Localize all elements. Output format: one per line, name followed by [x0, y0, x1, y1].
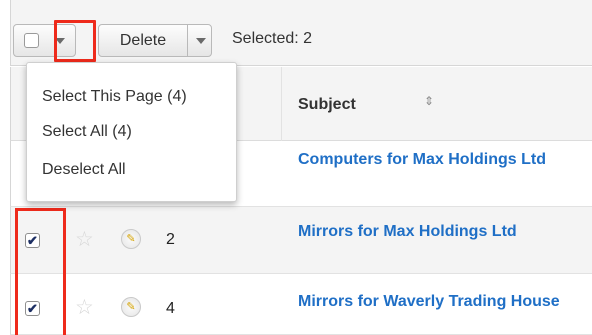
favorite-star-icon[interactable]: ☆ — [75, 297, 94, 318]
subject-link[interactable]: Computers for Max Holdings Ltd — [298, 150, 568, 169]
select-all-checkbox[interactable] — [24, 33, 39, 48]
dropdown-toggle-highlight — [54, 20, 96, 62]
sort-icon[interactable]: ⇕ — [424, 95, 434, 107]
column-header-subject[interactable]: Subject — [298, 96, 356, 114]
row-number: 2 — [166, 231, 175, 248]
menu-item-select-this-page[interactable]: Select This Page (4) — [42, 88, 187, 106]
edit-pencil-icon[interactable]: ✎ — [121, 229, 141, 249]
checkbox-column-highlight — [15, 208, 66, 335]
favorite-star-icon[interactable]: ☆ — [75, 229, 94, 250]
chevron-down-icon[interactable] — [196, 38, 206, 44]
subject-link[interactable]: Mirrors for Waverly Trading House — [298, 292, 568, 311]
menu-item-select-all[interactable]: Select All (4) — [42, 123, 132, 141]
column-divider — [281, 67, 282, 141]
subject-link[interactable]: Mirrors for Max Holdings Ltd — [298, 222, 568, 241]
delete-button[interactable]: Delete — [99, 25, 188, 56]
menu-item-deselect-all[interactable]: Deselect All — [42, 161, 126, 179]
mass-select-dropdown-menu: Select This Page (4) Select All (4) Dese… — [26, 62, 237, 202]
row-number: 4 — [166, 300, 175, 317]
edit-pencil-icon[interactable]: ✎ — [121, 297, 141, 317]
selected-count: Selected: 2 — [232, 30, 313, 47]
delete-button-group[interactable]: Delete — [98, 24, 212, 57]
